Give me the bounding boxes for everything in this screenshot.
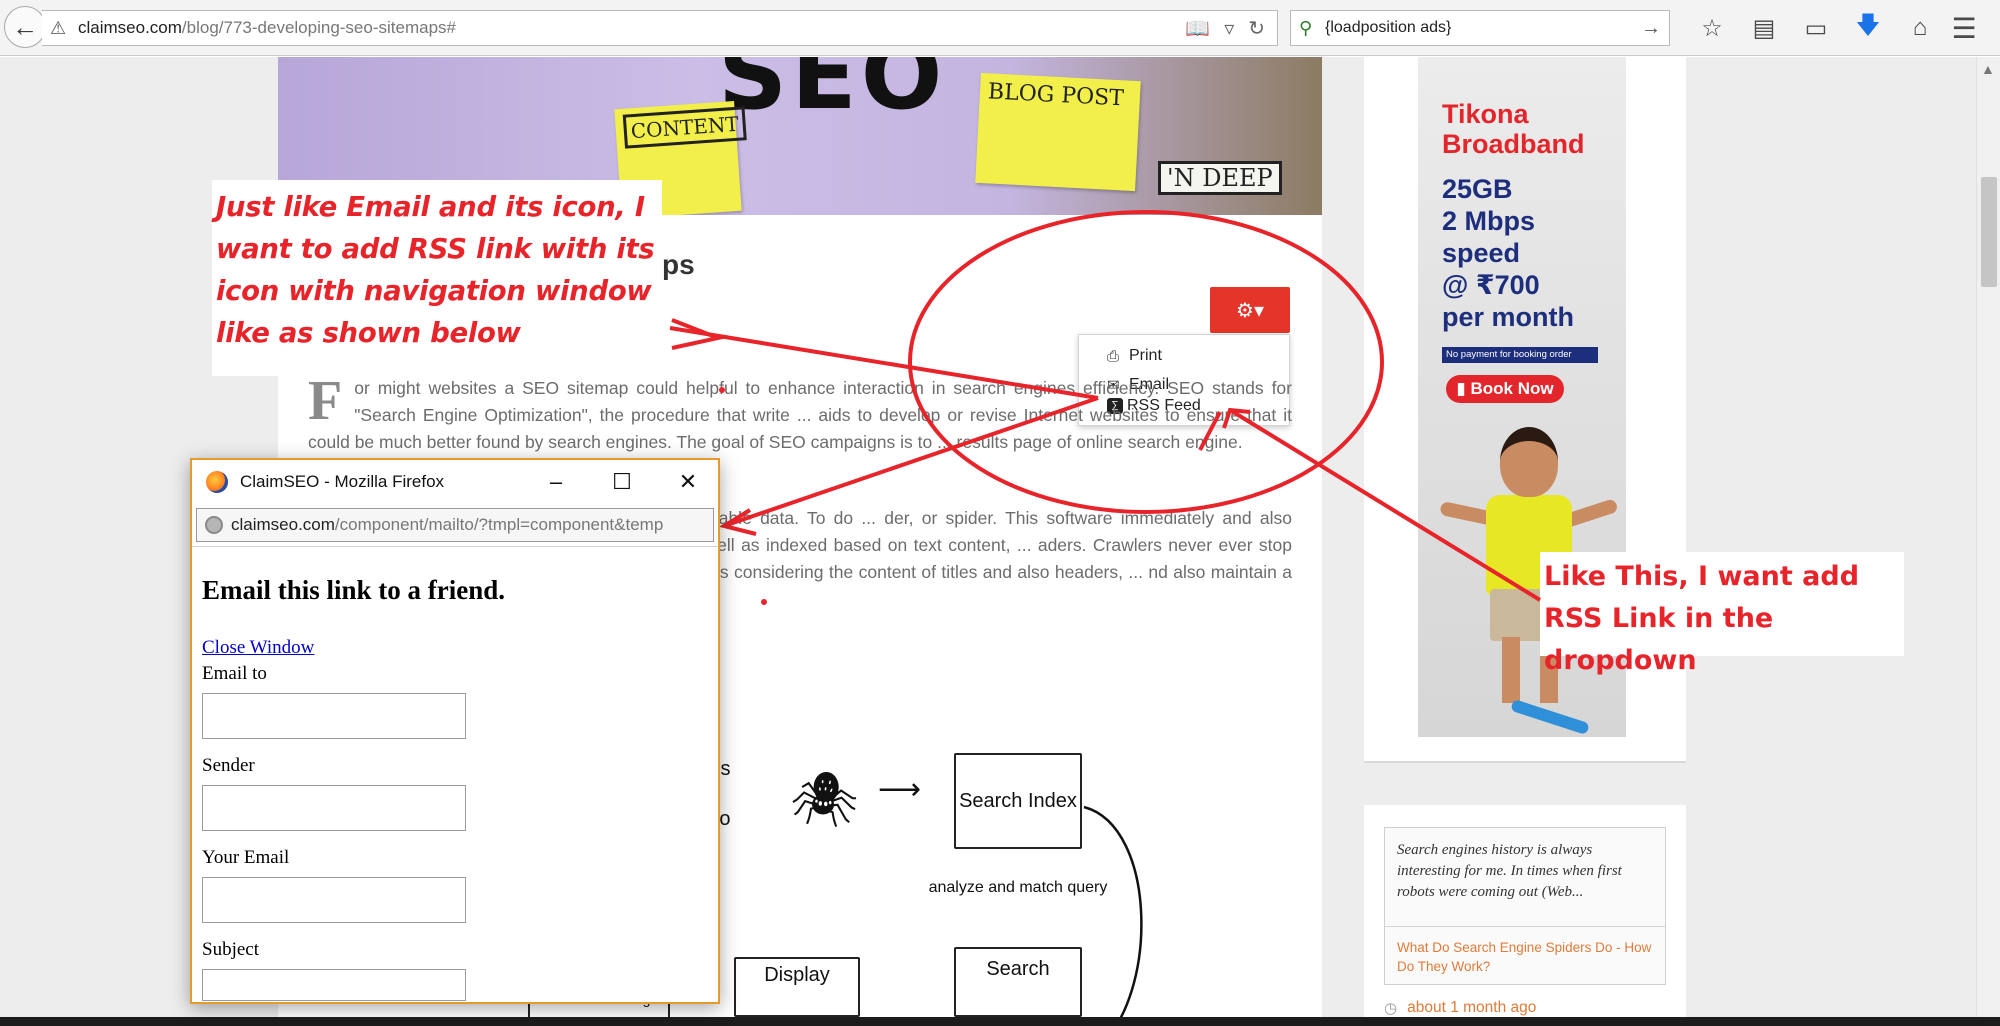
annotation-right-note: Like This, I want add RSS Link in the dr… [1540,552,1904,676]
popup-content: Email this link to a friend. Close Windo… [192,546,718,1002]
hamburger-menu-icon[interactable]: ☰ [1944,12,1984,44]
ad-brand: Tikona Broadband [1442,99,1585,159]
printer-icon: ⎙ [1107,347,1120,365]
gear-icon: ⚙▾ [1236,299,1264,322]
article-title: ps [662,249,695,280]
sticky-note-blog-post: BLOG POST [975,72,1141,192]
recent-post-widget: Search engines history is always interes… [1364,805,1686,1017]
url-text: claimseo.com/blog/773-developing-seo-sit… [78,18,456,37]
back-arrow-icon[interactable]: ← [4,6,46,48]
close-icon[interactable]: ✕ [664,468,712,496]
subject-input[interactable] [202,969,466,1001]
popup-heading: Email this link to a friend. [202,575,506,605]
subject-label: Subject [202,939,259,960]
article-paragraph-1: For might websites a SEO sitemap could h… [308,370,1292,452]
popup-address-bar[interactable]: claimseo.com/component/mailto/?tmpl=comp… [196,508,714,542]
dropcap: F [308,370,343,432]
reload-icon[interactable]: ↻ [1248,16,1265,41]
dropdown-arrow-icon[interactable]: ▿ [1224,16,1234,41]
warning-triangle-icon: ⚠ [50,17,67,38]
clock-icon: ◷ [1384,1000,1398,1017]
ad-offer: 25GB 2 Mbps speed @ ₹700 per month [1442,174,1574,332]
taskbar [0,1017,2000,1026]
ad-note: No payment for booking order [1442,347,1598,363]
post-card[interactable]: Search engines history is always interes… [1384,827,1666,985]
sender-label: Sender [202,755,255,776]
minimize-icon[interactable]: – [532,468,580,496]
page-scrollbar[interactable]: ▲ [1976,57,2000,1017]
globe-icon [205,516,223,534]
firefox-logo-icon [206,471,228,493]
maximize-icon[interactable]: ☐ [598,468,646,496]
address-bar[interactable]: ⚠ claimseo.com/blog/773-developing-seo-s… [42,10,1278,46]
annotation-top-note: Just like Email and its icon, I want to … [212,180,662,376]
scroll-up-arrow-icon[interactable]: ▲ [1981,61,1995,77]
close-window-link[interactable]: Close Window [202,637,314,659]
email-to-label: Email to [202,663,267,684]
search-bar[interactable]: ⚲ {loadposition ads} → [1290,10,1670,46]
email-popup-window: ClaimSEO - Mozilla Firefox – ☐ ✕ claimse… [190,458,720,1004]
popup-url-text: claimseo.com/component/mailto/?tmpl=comp… [231,515,664,534]
ad-book-now-button[interactable]: ▮ Book Now [1446,375,1564,403]
bookmark-star-icon[interactable]: ☆ [1686,12,1738,44]
scrollbar-thumb[interactable] [1981,177,1997,287]
menu-item-print[interactable]: ⎙ Print [1107,347,1162,365]
popup-titlebar[interactable]: ClaimSEO - Mozilla Firefox – ☐ ✕ [192,460,718,504]
reader-view-icon[interactable]: 📖 [1185,16,1210,41]
post-excerpt: Search engines history is always interes… [1397,842,1622,900]
post-link[interactable]: What Do Search Engine Spiders Do - How D… [1397,938,1657,976]
sender-input[interactable] [202,785,466,831]
search-go-arrow-icon[interactable]: → [1641,17,1661,40]
download-arrow-icon[interactable]: 🡇 [1842,12,1894,44]
browser-toolbar: ← ⚠ claimseo.com/blog/773-developing-seo… [0,0,2000,56]
sticky-note-deep: 'N DEEP [1158,161,1282,195]
article-tools-button[interactable]: ⚙▾ [1210,287,1290,333]
hero-seo-text: SEO [718,57,947,131]
folder-icon[interactable]: ▭ [1790,12,1842,44]
popup-window-title: ClaimSEO - Mozilla Firefox [240,472,445,491]
home-icon[interactable]: ⌂ [1894,12,1946,44]
email-to-input[interactable] [202,693,466,739]
your-email-label: Your Email [202,847,290,868]
reading-list-icon[interactable]: ▤ [1738,12,1790,44]
your-email-input[interactable] [202,877,466,923]
search-text: {loadposition ads} [1325,19,1452,36]
search-add-icon: ⚲ [1299,17,1313,38]
post-timestamp: ◷ about 1 month ago [1384,999,1537,1017]
